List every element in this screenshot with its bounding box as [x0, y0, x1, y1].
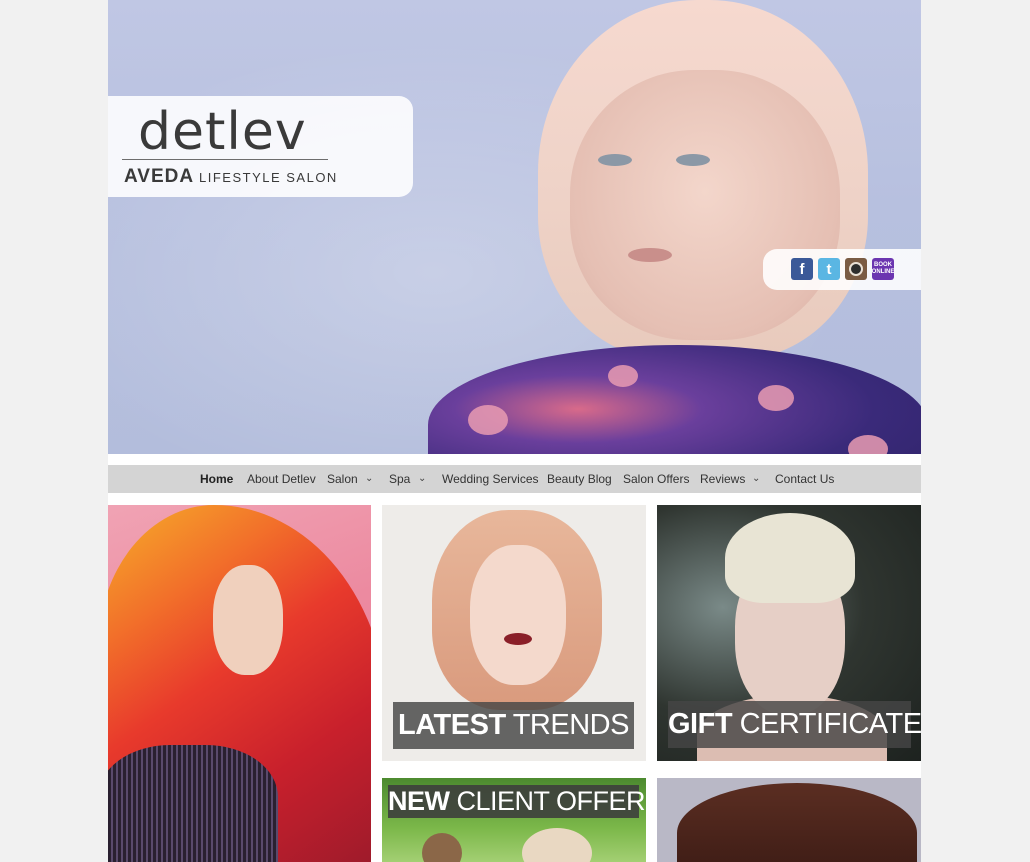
nav-item-wedding-services[interactable]: Wedding Services [442, 472, 539, 486]
hero-model-eye-left [598, 154, 632, 166]
nav-item-salon-offers[interactable]: Salon Offers [623, 472, 689, 486]
site-logo[interactable]: detlev AVEDA LIFESTYLE SALON [108, 96, 413, 197]
chevron-down-icon[interactable]: ⌄ [365, 473, 373, 484]
dress-flower [848, 435, 888, 454]
book-online-icon[interactable]: BOOK ONLINE [872, 258, 894, 280]
gift-certificates-banner: GIFT CERTIFICATES [668, 701, 921, 748]
banner-regular: CLIENT OFFER [449, 786, 646, 816]
instagram-lens [849, 262, 863, 276]
new-client-offer-tile[interactable]: NEW CLIENT OFFER [382, 778, 646, 862]
dress-flower [608, 365, 638, 387]
hero-model-face [570, 70, 840, 340]
banner-regular: TRENDS [505, 709, 630, 741]
nav-item-beauty-blog[interactable]: Beauty Blog [547, 472, 612, 486]
tile-model-head [422, 833, 462, 862]
feature-tile-color[interactable] [108, 505, 371, 862]
hero-image: detlev AVEDA LIFESTYLE SALON f t BOOK ON… [108, 0, 921, 454]
tile-model-face [470, 545, 566, 685]
latest-trends-banner: LATEST TRENDS [393, 702, 634, 749]
nav-item-home[interactable]: Home [200, 472, 233, 486]
logo-subtitle: LIFESTYLE SALON [199, 170, 338, 185]
tile-model-face [213, 565, 283, 675]
banner-bold: LATEST [398, 709, 506, 741]
tile-model-lips [504, 633, 532, 645]
banner-bold: NEW [388, 786, 450, 816]
social-links: f t BOOK ONLINE [763, 249, 921, 290]
main-navigation: Home About Detlev Salon ⌄ Spa ⌄ Wedding … [108, 465, 921, 493]
logo-partner: AVEDA [124, 166, 195, 187]
twitter-icon[interactable]: t [818, 258, 840, 280]
nav-item-about-detlev[interactable]: About Detlev [247, 472, 316, 486]
feature-tile-hair[interactable] [657, 778, 921, 862]
new-client-offer-banner: NEW CLIENT OFFER [388, 785, 646, 818]
banner-bold: GIFT [668, 708, 733, 740]
banner-regular: CERTIFICATES [732, 708, 921, 740]
nav-item-reviews[interactable]: Reviews [700, 472, 745, 486]
hero-model-mouth [628, 248, 672, 262]
nav-item-spa[interactable]: Spa [389, 472, 410, 486]
nav-item-salon[interactable]: Salon [327, 472, 358, 486]
tile-model-head [522, 828, 592, 862]
book-online-line1: BOOK [874, 262, 892, 268]
chevron-down-icon[interactable]: ⌄ [752, 473, 760, 484]
book-online-line2: ONLINE [871, 269, 895, 275]
dress-flower [468, 405, 508, 435]
gift-certificates-tile[interactable]: GIFT CERTIFICATES [657, 505, 921, 761]
nav-item-contact-us[interactable]: Contact Us [775, 472, 834, 486]
page-container: detlev AVEDA LIFESTYLE SALON f t BOOK ON… [108, 0, 921, 862]
facebook-icon[interactable]: f [791, 258, 813, 280]
chevron-down-icon[interactable]: ⌄ [418, 473, 426, 484]
tile-model-hair [725, 513, 855, 603]
logo-wordmark: detlev [138, 102, 307, 162]
dress-flower [758, 385, 794, 411]
latest-trends-tile[interactable]: LATEST TRENDS [382, 505, 646, 761]
tile-model-shirt [108, 745, 278, 862]
instagram-icon[interactable] [845, 258, 867, 280]
logo-divider [122, 159, 328, 160]
tile-model-hair [677, 783, 917, 862]
hero-model-eye-right [676, 154, 710, 166]
